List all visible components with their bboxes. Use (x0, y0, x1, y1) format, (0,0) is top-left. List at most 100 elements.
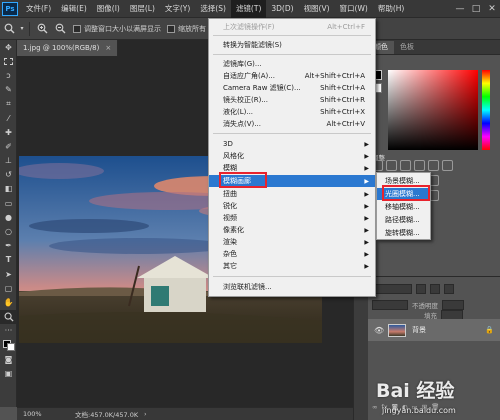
eyedropper-tool-icon[interactable]: ⁄ (0, 111, 17, 125)
filter-image-icon[interactable] (416, 284, 426, 294)
layer-row-background[interactable]: 👁 背景 🔒 (368, 319, 500, 341)
menu-image[interactable]: 图像(I) (92, 0, 125, 18)
quick-mask-icon[interactable]: ◙ (0, 352, 17, 366)
menu-view[interactable]: 视图(V) (299, 0, 335, 18)
menu-item-camera-raw[interactable]: Camera Raw 滤镜(C)... Shift+Ctrl+A (209, 82, 375, 94)
close-icon[interactable]: × (105, 44, 111, 52)
menu-item-filter-gallery[interactable]: 滤镜库(G)... (209, 58, 375, 70)
chevron-down-icon[interactable]: ▾ (18, 20, 26, 38)
menu-item-other[interactable]: 其它 ▶ (209, 260, 375, 272)
eye-icon[interactable]: 👁 (374, 326, 384, 335)
color-swatches-icon[interactable] (0, 338, 17, 352)
menu-item-shortcut: Shift+Ctrl+A (320, 84, 365, 92)
exposure-icon[interactable] (414, 160, 425, 171)
crop-tool-icon[interactable]: ⌗ (0, 97, 17, 111)
close-window-button[interactable]: ✕ (484, 0, 500, 18)
minimize-button[interactable]: — (452, 0, 468, 18)
menu-item-distort[interactable]: 扭曲 ▶ (209, 188, 375, 200)
hue-saturation-icon[interactable] (442, 160, 453, 171)
eraser-tool-icon[interactable]: ◧ (0, 182, 17, 196)
lasso-tool-icon[interactable]: ↄ (0, 68, 17, 82)
chevron-right-icon[interactable]: › (144, 411, 146, 418)
menu-item-noise[interactable]: 杂色 ▶ (209, 248, 375, 260)
menu-item-browse-online[interactable]: 浏览联机滤镜... (209, 281, 375, 293)
document-tab[interactable]: 1.jpg @ 100%(RGB/8) × (17, 40, 119, 56)
menu-item-label: 滤镜库(G)... (223, 60, 262, 68)
menu-help[interactable]: 帮助(H) (373, 0, 410, 18)
menu-item-lens-correction[interactable]: 镜头校正(R)... Shift+Ctrl+R (209, 94, 375, 106)
layer-filter-select[interactable] (372, 284, 412, 294)
status-bar: 100% 文档:457.0K/457.0K › (17, 407, 353, 420)
zoom-tool-icon[interactable] (0, 20, 18, 38)
resize-windows-checkbox[interactable] (73, 24, 81, 33)
menu-item-vanishing-point[interactable]: 消失点(V)... Alt+Ctrl+V (209, 118, 375, 130)
filter-menu: 上次滤镜操作(F) Alt+Ctrl+F 转换为智能滤镜(S) 滤镜库(G)..… (208, 18, 376, 297)
menu-type[interactable]: 文字(Y) (160, 0, 195, 18)
gradient-tool-icon[interactable]: ▭ (0, 196, 17, 210)
menu-select[interactable]: 选择(S) (195, 0, 231, 18)
menu-item-pixelate[interactable]: 像素化 ▶ (209, 224, 375, 236)
marquee-tool-icon[interactable] (0, 54, 17, 68)
zoom-in-icon[interactable] (33, 20, 51, 38)
brush-tool-icon[interactable]: ✐ (0, 139, 17, 153)
zoom-level[interactable]: 100% (17, 410, 57, 418)
zoom-all-checkbox[interactable] (167, 24, 175, 33)
rectangle-tool-icon[interactable]: ▢ (0, 281, 17, 295)
menu-item-label: 镜头校正(R)... (223, 96, 269, 104)
menu-item-label: 像素化 (223, 226, 244, 234)
menu-filter[interactable]: 滤镜(T) (230, 0, 267, 18)
blur-gallery-submenu: 场景模糊... 光圈模糊... 移轴模糊... 路径模糊... 旋转模糊... (376, 172, 431, 240)
blur-tool-icon[interactable]: ● (0, 210, 17, 224)
zoom-out-icon[interactable] (51, 20, 69, 38)
layer-kind-row (372, 283, 454, 295)
levels-icon[interactable] (386, 160, 397, 171)
history-brush-icon[interactable]: ↺ (0, 168, 17, 182)
menu-item-liquify[interactable]: 液化(L)... Shift+Ctrl+X (209, 106, 375, 118)
zoom-tool-icon[interactable] (0, 309, 17, 324)
filter-adjust-icon[interactable] (430, 284, 440, 294)
submenu-item-path-blur[interactable]: 路径模糊... (377, 214, 430, 226)
menu-separator (213, 276, 371, 277)
document-tab-title: 1.jpg @ 100%(RGB/8) (23, 44, 100, 52)
menu-item-convert-smart-filter[interactable]: 转换为智能滤镜(S) (209, 39, 375, 51)
menu-3d[interactable]: 3D(D) (266, 0, 298, 18)
menu-item-3d[interactable]: 3D ▶ (209, 138, 375, 150)
tab-swatches[interactable]: 色板 (394, 41, 420, 54)
submenu-item-tilt-shift[interactable]: 移轴模糊... (377, 201, 430, 213)
menu-item-video[interactable]: 视频 ▶ (209, 212, 375, 224)
watermark-url: jingyan.baidu.com (382, 406, 456, 415)
hand-tool-icon[interactable]: ✋ (0, 295, 17, 309)
pen-tool-icon[interactable]: ✒ (0, 239, 17, 253)
menu-item-label: 3D (223, 140, 233, 148)
healing-brush-icon[interactable]: ✚ (0, 125, 17, 139)
dodge-tool-icon[interactable]: ○ (0, 224, 17, 238)
quick-select-tool-icon[interactable]: ✎ (0, 83, 17, 97)
menu-item-adaptive-wide-angle[interactable]: 自适应广角(A)... Alt+Shift+Ctrl+A (209, 70, 375, 82)
menu-item-stylize[interactable]: 风格化 ▶ (209, 150, 375, 162)
menu-window[interactable]: 窗口(W) (335, 0, 373, 18)
menu-file[interactable]: 文件(F) (21, 0, 56, 18)
more-tools-icon[interactable]: ··· (0, 324, 17, 338)
maximize-button[interactable]: □ (468, 0, 484, 18)
menu-edit[interactable]: 编辑(E) (56, 0, 92, 18)
layer-thumbnail (388, 323, 406, 337)
menu-item-render[interactable]: 渲染 ▶ (209, 236, 375, 248)
watermark-brand: Bai 经验 (376, 380, 455, 402)
menu-layer[interactable]: 图层(L) (125, 0, 160, 18)
curves-icon[interactable] (400, 160, 411, 171)
document-info: 文档:457.0K/457.0K (75, 411, 139, 419)
menu-item-shortcut: Alt+Ctrl+V (326, 120, 365, 128)
hue-slider[interactable] (482, 70, 490, 150)
path-select-icon[interactable]: ➤ (0, 267, 17, 281)
type-tool-icon[interactable]: T (0, 253, 17, 267)
submenu-item-spin-blur[interactable]: 旋转模糊... (377, 227, 430, 239)
menu-item-sharpen[interactable]: 锐化 ▶ (209, 200, 375, 212)
filter-text-icon[interactable] (444, 284, 454, 294)
submenu-arrow-icon: ▶ (364, 214, 369, 222)
clone-stamp-icon[interactable]: ⊥ (0, 154, 17, 168)
screen-mode-icon[interactable]: ▣ (0, 366, 17, 380)
submenu-arrow-icon: ▶ (364, 164, 369, 172)
color-picker-field[interactable] (388, 70, 478, 150)
vibrance-icon[interactable] (428, 160, 439, 171)
move-tool-icon[interactable]: ✥ (0, 40, 17, 54)
